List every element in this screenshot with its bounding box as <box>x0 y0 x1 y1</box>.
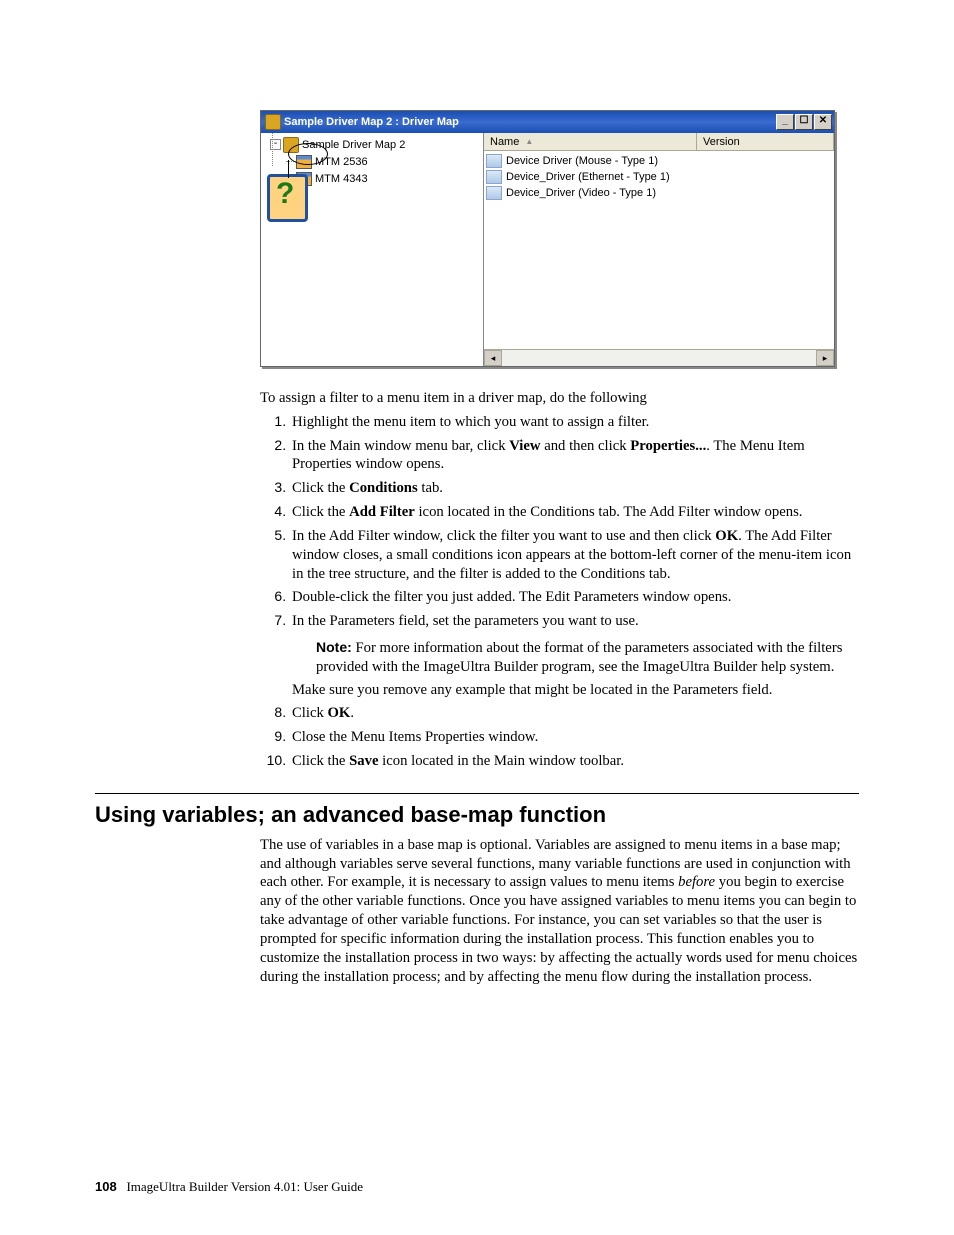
driver-map-window: Sample Driver Map 2 : Driver Map _ ☐ ✕ -… <box>260 110 835 367</box>
tree-pane: - Sample Driver Map 2 MTM 2536 MTM 4343 <box>261 133 484 366</box>
step-item: Click OK. <box>290 704 859 723</box>
list-item[interactable]: Device_Driver (Ethernet - Type 1) <box>486 169 834 185</box>
step-item: In the Main window menu bar, click View … <box>290 437 859 475</box>
window-title: Sample Driver Map 2 : Driver Map <box>284 116 775 128</box>
step-item: Click the Add Filter icon located in the… <box>290 503 859 522</box>
step-item: Highlight the menu item to which you wan… <box>290 413 859 432</box>
note-block: Note: For more information about the for… <box>316 639 859 677</box>
callout-circle <box>288 143 328 165</box>
close-button[interactable]: ✕ <box>814 114 832 130</box>
sort-asc-icon: ▲ <box>525 137 533 146</box>
app-icon <box>265 114 281 130</box>
driver-icon <box>486 170 502 184</box>
step-item: Click the Conditions tab. <box>290 479 859 498</box>
list-item[interactable]: Device_Driver (Video - Type 1) <box>486 185 834 201</box>
scroll-right-button[interactable]: ▸ <box>816 350 834 366</box>
callout-line <box>288 160 290 178</box>
scroll-left-button[interactable]: ◂ <box>484 350 502 366</box>
horizontal-scrollbar[interactable]: ◂ ▸ <box>484 349 834 366</box>
titlebar: Sample Driver Map 2 : Driver Map _ ☐ ✕ <box>261 111 834 133</box>
minimize-button[interactable]: _ <box>776 114 794 130</box>
maximize-button[interactable]: ☐ <box>795 114 813 130</box>
section-body: The use of variables in a base map is op… <box>260 836 859 987</box>
step-item: In the Add Filter window, click the filt… <box>290 527 859 583</box>
steps-list: Highlight the menu item to which you wan… <box>260 413 859 771</box>
callout-help-icon <box>267 174 308 222</box>
col-version[interactable]: Version <box>697 133 834 150</box>
list-pane: Name ▲ Version Device Driver (Mouse - Ty… <box>484 133 834 366</box>
intro-text: To assign a filter to a menu item in a d… <box>260 389 859 408</box>
step-item: Double-click the filter you just added. … <box>290 588 859 607</box>
after-note: Make sure you remove any example that mi… <box>292 681 859 700</box>
page-number: 108 <box>95 1179 117 1194</box>
doc-title: ImageUltra Builder Version 4.01: User Gu… <box>126 1179 363 1194</box>
list-header: Name ▲ Version <box>484 133 834 151</box>
driver-icon <box>486 186 502 200</box>
col-name[interactable]: Name ▲ <box>484 133 697 150</box>
page-footer: 108 ImageUltra Builder Version 4.01: Use… <box>95 1179 363 1195</box>
driver-icon <box>486 154 502 168</box>
step-item: In the Parameters field, set the paramet… <box>290 612 859 699</box>
note-text: For more information about the format of… <box>316 640 842 675</box>
page: Sample Driver Map 2 : Driver Map _ ☐ ✕ -… <box>0 0 954 1235</box>
section-heading: Using variables; an advanced base-map fu… <box>95 793 859 828</box>
list-item[interactable]: Device Driver (Mouse - Type 1) <box>486 153 834 169</box>
step-item: Click the Save icon located in the Main … <box>290 752 859 771</box>
note-label: Note: <box>316 639 352 655</box>
step-item: Close the Menu Items Properties window. <box>290 728 859 747</box>
tree-item-label: MTM 4343 <box>315 173 368 185</box>
